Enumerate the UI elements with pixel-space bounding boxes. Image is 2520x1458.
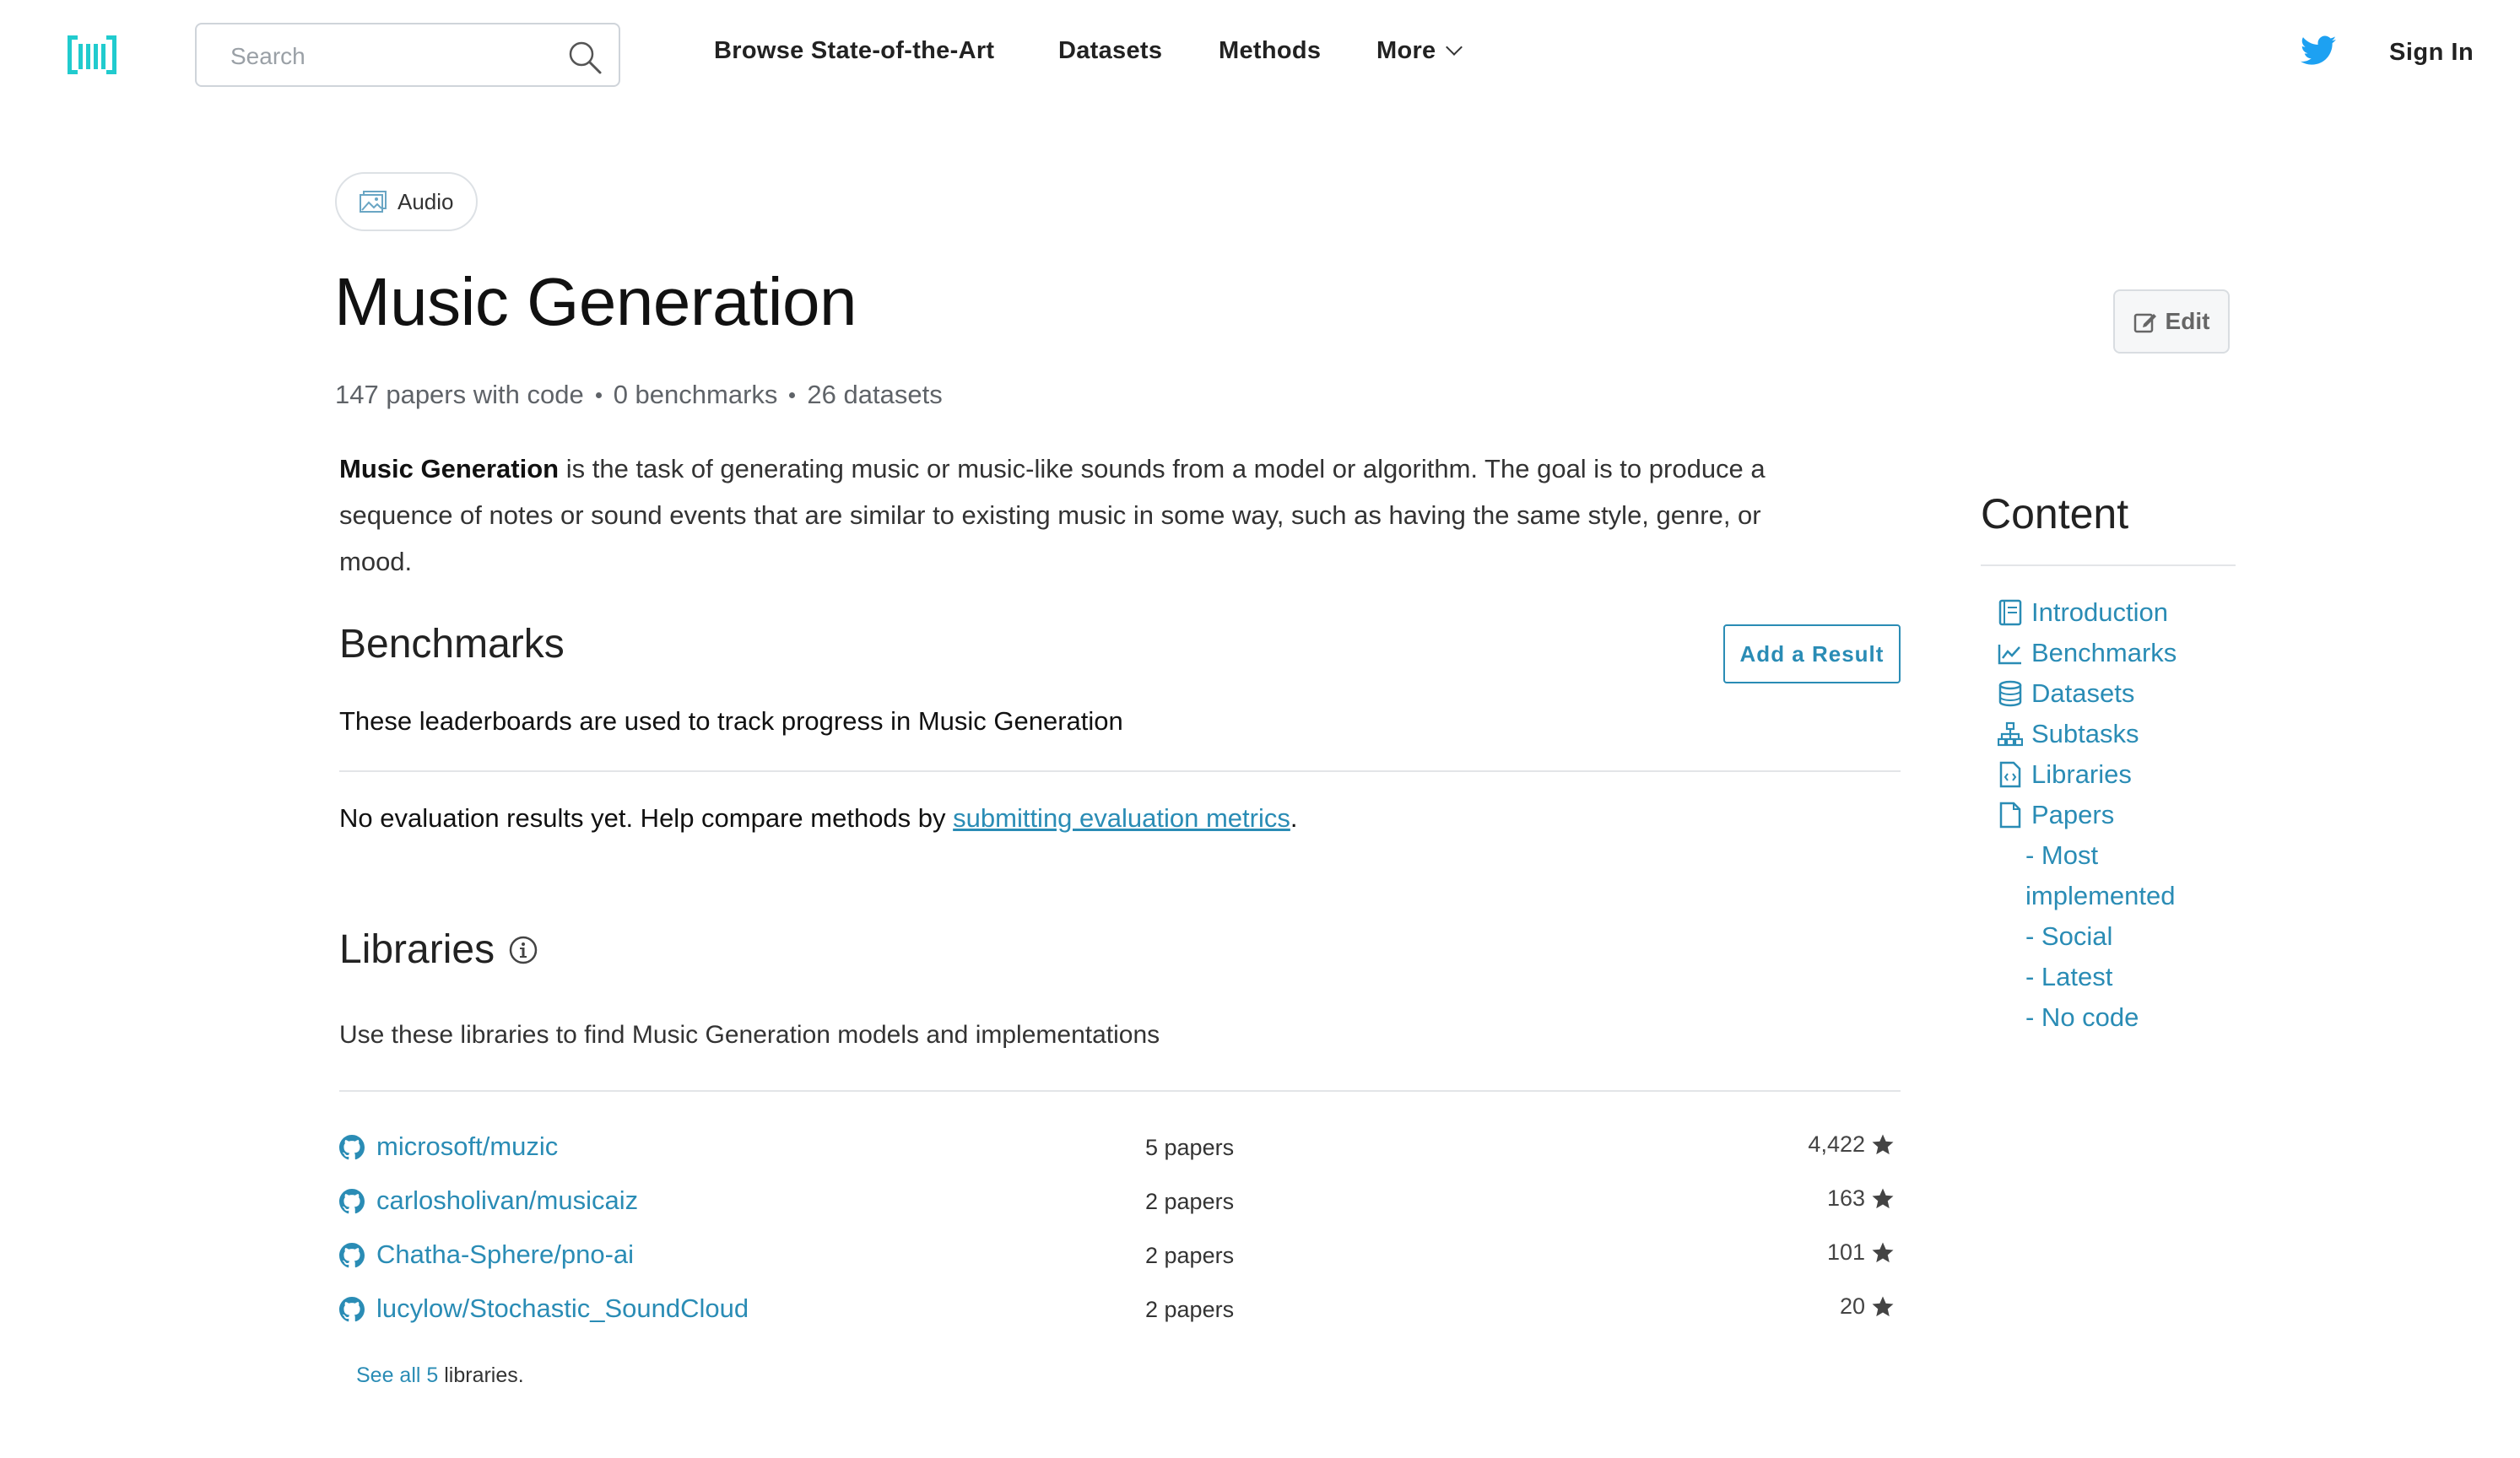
library-link[interactable]: microsoft/muzic (376, 1131, 558, 1162)
libraries-heading-label: Libraries (339, 927, 495, 972)
search-box[interactable] (195, 23, 620, 87)
toc-papers[interactable]: Papers (1998, 795, 2177, 835)
nav-more-label: More (1376, 37, 1436, 64)
toc-benchmarks[interactable]: Benchmarks (1998, 633, 2177, 673)
area-badge-audio[interactable]: Audio (335, 172, 478, 231)
star-count: 163 (1826, 1185, 1865, 1211)
stat-benchmarks: 0 benchmarks (613, 380, 778, 409)
library-row: microsoft/muzic 5 papers 4,422 (339, 1125, 1901, 1175)
toc-papers-no-code[interactable]: - No code (1998, 997, 2177, 1038)
chevron-down-icon (1445, 39, 1463, 56)
edit-button[interactable]: Edit (2113, 289, 2230, 354)
star-icon (1872, 1296, 1894, 1316)
toc-papers-most-implemented[interactable]: - Most (1998, 835, 2177, 876)
library-stars: 20 (1840, 1293, 1895, 1320)
table-of-contents: Introduction Benchmarks Datasets Subtask… (1998, 592, 2177, 1038)
library-link[interactable]: lucylow/Stochastic_SoundCloud (376, 1293, 749, 1324)
see-all-suffix: libraries. (438, 1364, 524, 1387)
edit-label: Edit (2165, 308, 2210, 334)
star-count: 20 (1839, 1293, 1865, 1319)
chart-line-icon (1998, 645, 2021, 665)
library-link[interactable]: carlosholivan/musicaiz (376, 1185, 638, 1216)
task-description: Music Generation is the task of generati… (339, 446, 1825, 585)
logo-icon[interactable] (66, 34, 118, 76)
database-icon (1998, 680, 2022, 707)
no-results-period: . (1290, 803, 1298, 833)
search-icon[interactable] (566, 39, 603, 76)
area-badge-label: Audio (397, 188, 454, 214)
toc-datasets[interactable]: Datasets (1998, 673, 2177, 714)
toc-label: Benchmarks (2031, 638, 2177, 667)
libraries-subtitle: Use these libraries to find Music Genera… (339, 1021, 1160, 1049)
nav-methods[interactable]: Methods (1219, 37, 1321, 65)
sitemap-icon (1998, 721, 2023, 747)
divider (1981, 564, 2236, 566)
library-papers: 2 papers (1145, 1297, 1235, 1322)
github-icon (339, 1243, 365, 1268)
toc-label: Introduction (2031, 597, 2168, 627)
file-code-icon (1999, 761, 2021, 788)
info-icon[interactable] (508, 935, 538, 965)
library-papers: 2 papers (1145, 1243, 1235, 1268)
no-results-message: No evaluation results yet. Help compare … (339, 803, 1298, 834)
library-papers: 2 papers (1145, 1189, 1235, 1214)
star-icon (1872, 1242, 1894, 1262)
no-results-text: No evaluation results yet. Help compare … (339, 803, 954, 833)
star-icon (1872, 1134, 1894, 1154)
toc-papers-latest[interactable]: - Latest (1998, 957, 2177, 997)
benchmarks-subtitle: These leaderboards are used to track pro… (339, 706, 1123, 736)
github-icon (339, 1189, 365, 1214)
task-stats: 147 papers with code 0 benchmarks 26 dat… (335, 380, 943, 410)
description-bold: Music Generation (339, 454, 560, 483)
stat-datasets: 26 datasets (807, 380, 943, 409)
library-stars: 4,422 (1808, 1131, 1895, 1158)
book-icon (1998, 599, 2022, 626)
toc-label: Subtasks (2031, 719, 2139, 748)
toc-papers-social[interactable]: - Social (1998, 916, 2177, 957)
toc-label: Papers (2031, 800, 2115, 829)
divider (339, 1090, 1901, 1092)
sign-in-link[interactable]: Sign In (2389, 39, 2474, 67)
toc-papers-most-implemented-cont[interactable]: implemented (1998, 876, 2177, 916)
toc-subtasks[interactable]: Subtasks (1998, 714, 2177, 754)
star-count: 4,422 (1808, 1131, 1865, 1157)
benchmarks-heading: Benchmarks (339, 622, 565, 667)
nav-datasets[interactable]: Datasets (1058, 37, 1162, 65)
toc-introduction[interactable]: Introduction (1998, 592, 2177, 633)
toc-label: Libraries (2031, 759, 2132, 789)
separator-dot (789, 392, 796, 398)
library-row: lucylow/Stochastic_SoundCloud 2 papers 2… (339, 1287, 1901, 1337)
file-icon (1999, 802, 2021, 829)
nav-more-dropdown[interactable]: More (1376, 37, 1463, 65)
github-icon (339, 1297, 365, 1322)
star-icon (1872, 1188, 1894, 1208)
library-row: carlosholivan/musicaiz 2 papers 163 (339, 1179, 1901, 1229)
add-result-button[interactable]: Add a Result (1723, 624, 1901, 683)
library-papers: 5 papers (1145, 1135, 1235, 1160)
star-count: 101 (1826, 1239, 1865, 1265)
library-stars: 163 (1827, 1185, 1895, 1212)
see-all-libraries: See all 5 libraries. (356, 1364, 524, 1388)
nav-browse-sota[interactable]: Browse State-of-the-Art (714, 37, 994, 65)
divider (339, 770, 1901, 772)
toc-label: Datasets (2031, 678, 2135, 708)
toc-libraries[interactable]: Libraries (1998, 754, 2177, 795)
see-all-link[interactable]: See all 5 (356, 1364, 438, 1387)
page-title: Music Generation (334, 264, 857, 339)
github-icon (339, 1135, 365, 1160)
library-row: Chatha-Sphere/pno-ai 2 papers 101 (339, 1233, 1901, 1283)
libraries-heading: Libraries (339, 926, 538, 973)
stat-papers: 147 papers with code (335, 380, 584, 409)
twitter-icon[interactable] (2301, 35, 2336, 66)
separator-dot (595, 392, 602, 398)
library-link[interactable]: Chatha-Sphere/pno-ai (376, 1239, 634, 1270)
edit-icon (2133, 313, 2156, 333)
submit-metrics-link[interactable]: submitting evaluation metrics (953, 803, 1290, 833)
search-input[interactable] (230, 40, 551, 73)
image-icon (360, 191, 387, 213)
content-heading: Content (1981, 490, 2129, 537)
library-stars: 101 (1827, 1239, 1895, 1266)
